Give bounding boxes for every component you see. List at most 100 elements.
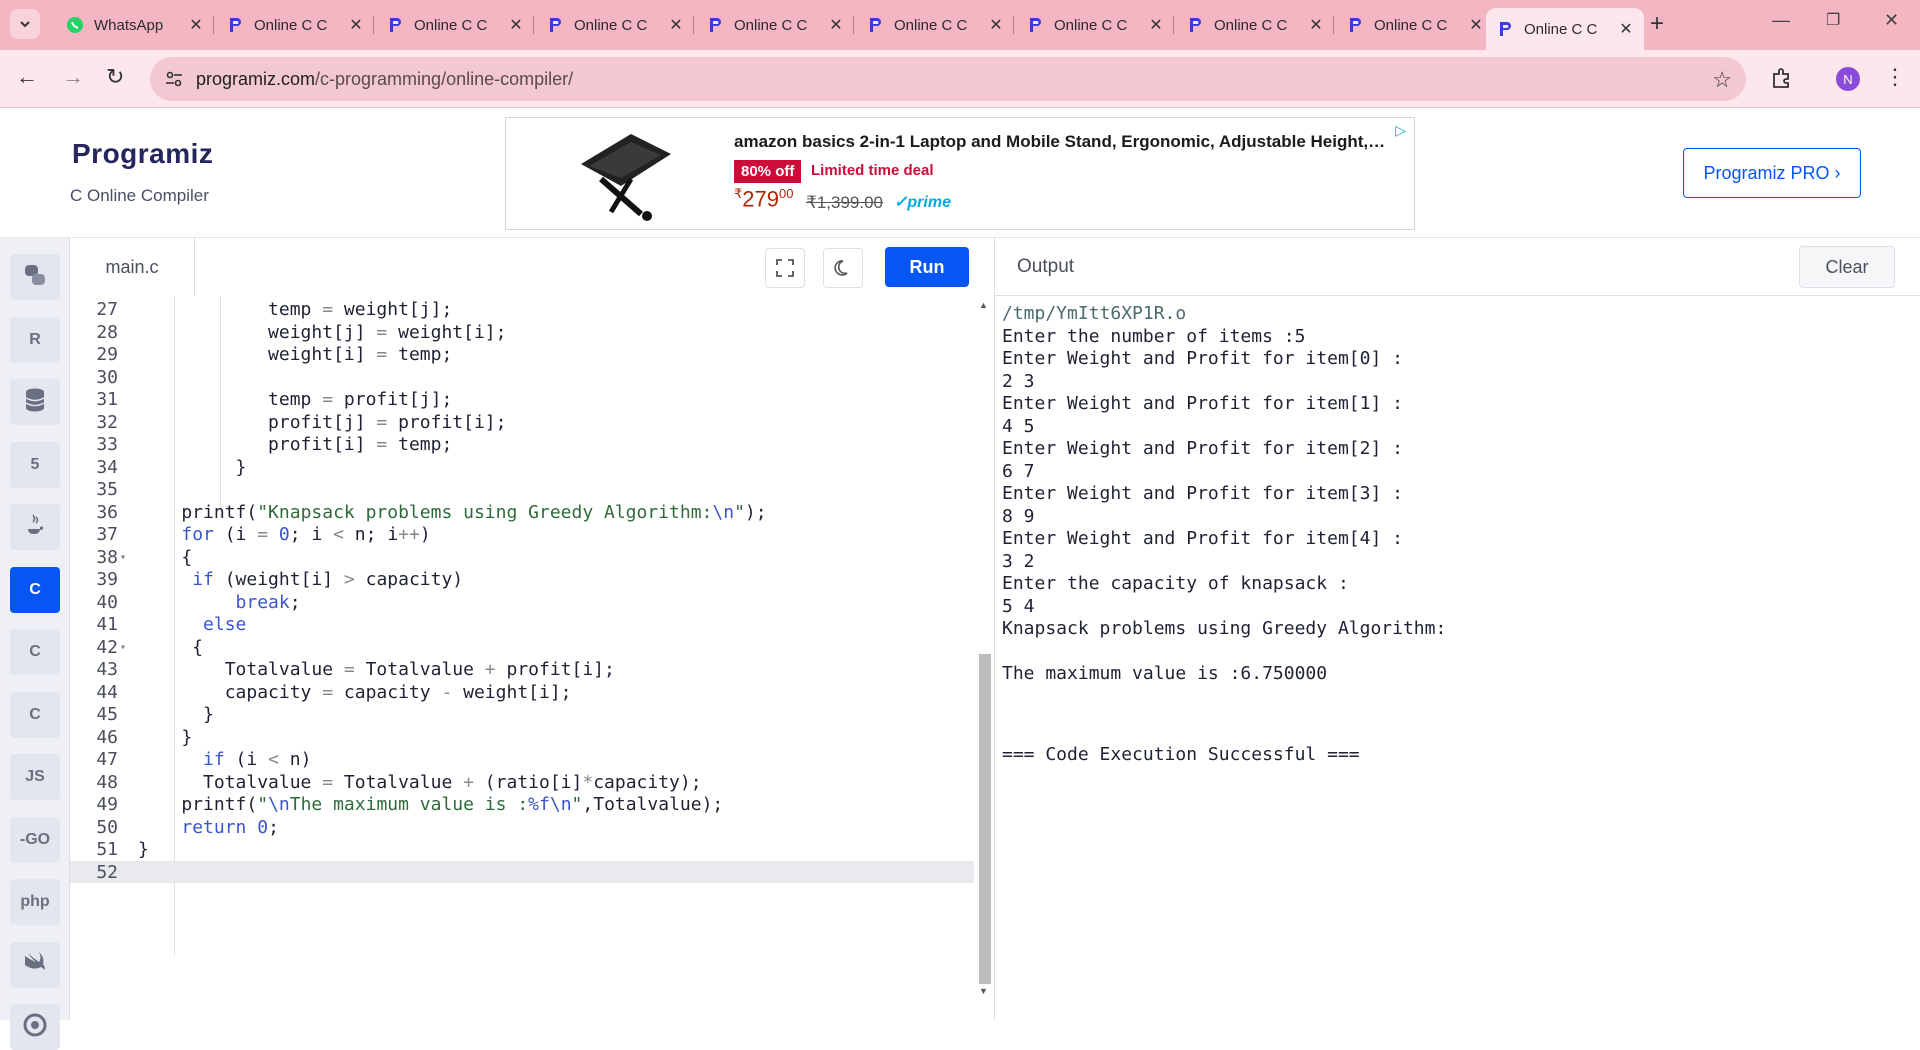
programiz-pro-button[interactable]: Programiz PRO › <box>1683 148 1861 198</box>
editor-scrollbar[interactable]: ▲ ▼ <box>974 296 994 1020</box>
code-line[interactable]: 33 profit[i] = temp; <box>70 433 994 456</box>
browser-tab[interactable]: Online C C ✕ <box>376 8 534 42</box>
browser-menu-icon[interactable]: ⋮ <box>1884 64 1906 90</box>
file-tab-main-c[interactable]: main.c <box>70 238 195 296</box>
language-php-button[interactable]: php <box>10 879 60 925</box>
new-tab-button[interactable]: + <box>1650 10 1664 38</box>
close-tab-icon[interactable]: ✕ <box>828 15 844 35</box>
programiz-icon <box>1346 16 1364 34</box>
profile-avatar[interactable]: N <box>1836 67 1860 91</box>
language-sql-button[interactable] <box>10 379 60 425</box>
code-line[interactable]: 42 ▾ { <box>70 636 994 659</box>
close-tab-icon[interactable]: ✕ <box>1148 15 1164 35</box>
language-js-button[interactable]: JS <box>10 754 60 800</box>
scroll-up-icon[interactable]: ▲ <box>979 300 988 310</box>
code-line[interactable]: 34 } <box>70 456 994 479</box>
output-line: Enter Weight and Profit for item[3] : <box>1002 483 1403 504</box>
code-line[interactable]: 41 else <box>70 613 994 636</box>
close-window-icon[interactable]: ✕ <box>1884 10 1899 31</box>
language-csharp-button[interactable]: C <box>10 691 60 738</box>
code-line[interactable]: 45 } <box>70 703 994 726</box>
code-line[interactable]: 52 <box>70 860 994 883</box>
programiz-icon <box>706 16 724 34</box>
code-line[interactable]: 47 if (i < n) <box>70 748 994 771</box>
fold-toggle-icon[interactable]: ▾ <box>120 642 126 653</box>
tab-title: Online C C <box>254 16 328 34</box>
browser-tab[interactable]: WhatsApp ✕ <box>56 8 214 42</box>
browser-tab[interactable]: Online C C ✕ <box>536 8 694 42</box>
run-button[interactable]: Run <box>885 247 969 287</box>
output-title: Output <box>1017 256 1075 277</box>
code-line[interactable]: 51} <box>70 838 994 861</box>
advertisement[interactable]: amazon basics 2-in-1 Laptop and Mobile S… <box>505 117 1415 230</box>
scroll-down-icon[interactable]: ▼ <box>979 986 988 996</box>
back-button[interactable]: ← <box>16 64 38 90</box>
dark-mode-button[interactable] <box>823 248 863 288</box>
code-line[interactable]: 27 temp = weight[j]; <box>70 298 994 321</box>
page-subtitle: C Online Compiler <box>70 186 209 205</box>
browser-tab[interactable]: Online C C ✕ <box>1336 8 1494 42</box>
site-settings-icon[interactable] <box>164 69 184 89</box>
tab-search-button[interactable] <box>10 9 40 39</box>
browser-tab[interactable]: Online C C ✕ <box>216 8 374 42</box>
programiz-logo[interactable]: Programiz <box>72 138 213 170</box>
fullscreen-icon <box>776 259 794 277</box>
close-tab-icon[interactable]: ✕ <box>188 15 204 35</box>
code-line[interactable]: 43 Totalvalue = Totalvalue + profit[i]; <box>70 658 994 681</box>
code-line[interactable]: 31 temp = profit[j]; <box>70 388 994 411</box>
output-console[interactable]: /tmp/YmItt6XP1R.o Enter the number of ite… <box>994 296 1920 1020</box>
code-line[interactable]: 36 printf("Knapsack problems using Greed… <box>70 501 994 524</box>
code-line[interactable]: 30 <box>70 366 994 389</box>
clear-button[interactable]: Clear <box>1799 246 1895 288</box>
adchoices-icon[interactable]: ▷ <box>1395 122 1406 139</box>
code-line[interactable]: 50 return 0; <box>70 816 994 839</box>
close-tab-icon[interactable]: ✕ <box>1468 15 1484 35</box>
close-tab-icon[interactable]: ✕ <box>1308 15 1324 35</box>
code-line[interactable]: 48 Totalvalue = Totalvalue + (ratio[i]*c… <box>70 771 994 794</box>
code-line[interactable]: 35 <box>70 478 994 501</box>
language-rust-button[interactable] <box>10 1004 60 1050</box>
bookmark-star-icon[interactable]: ☆ <box>1712 67 1732 93</box>
code-line[interactable]: 40 break; <box>70 591 994 614</box>
minimize-icon[interactable]: — <box>1772 10 1790 31</box>
address-bar[interactable]: programiz.com/c-programming/online-compi… <box>150 57 1746 101</box>
code-line[interactable]: 28 weight[j] = weight[i]; <box>70 321 994 344</box>
scroll-thumb[interactable] <box>979 654 991 984</box>
fold-toggle-icon[interactable]: ▾ <box>120 552 126 563</box>
language-java-button[interactable] <box>10 504 60 550</box>
programiz-icon <box>226 16 244 34</box>
browser-tab[interactable]: Online C C ✕ <box>856 8 1014 42</box>
fullscreen-button[interactable] <box>765 248 805 288</box>
close-tab-icon[interactable]: ✕ <box>508 15 524 35</box>
browser-tab[interactable]: Online C C ✕ <box>696 8 854 42</box>
language-cpp-button[interactable]: C <box>10 629 60 675</box>
go-icon: -GO <box>19 830 51 848</box>
browser-tab[interactable]: Online C C ✕ <box>1176 8 1334 42</box>
reload-button[interactable]: ↻ <box>106 64 124 90</box>
code-line[interactable]: 38 ▾ { <box>70 546 994 569</box>
language-go-button[interactable]: -GO <box>10 816 60 863</box>
code-line[interactable]: 37 for (i = 0; i < n; i++) <box>70 523 994 546</box>
extensions-icon[interactable] <box>1770 66 1794 90</box>
programiz-icon <box>1026 16 1044 34</box>
code-line[interactable]: 44 capacity = capacity - weight[i]; <box>70 681 994 704</box>
close-tab-icon[interactable]: ✕ <box>668 15 684 35</box>
code-line[interactable]: 49 printf("\nThe maximum value is :%f\n"… <box>70 793 994 816</box>
language-python-button[interactable] <box>10 254 60 300</box>
browser-tab[interactable]: Online C C ✕ <box>1016 8 1174 42</box>
code-line[interactable]: 39 if (weight[i] > capacity) <box>70 568 994 591</box>
language-html-button[interactable]: 5 <box>10 441 60 488</box>
close-tab-icon[interactable]: ✕ <box>1618 19 1634 39</box>
language-c-button[interactable]: C <box>10 566 60 613</box>
language-swift-button[interactable] <box>10 941 60 988</box>
language-r-button[interactable]: R <box>10 316 60 363</box>
close-tab-icon[interactable]: ✕ <box>348 15 364 35</box>
code-line[interactable]: 32 profit[j] = profit[i]; <box>70 411 994 434</box>
restore-icon[interactable]: ❐ <box>1826 10 1840 30</box>
code-line[interactable]: 29 weight[i] = temp; <box>70 343 994 366</box>
forward-button[interactable]: → <box>62 64 84 90</box>
code-editor[interactable]: 27 temp = weight[j]; 28 weight[j] = weigh… <box>70 296 994 1020</box>
close-tab-icon[interactable]: ✕ <box>988 15 1004 35</box>
code-line[interactable]: 46 } <box>70 726 994 749</box>
browser-tab[interactable]: Online C C ✕ <box>1486 8 1644 50</box>
